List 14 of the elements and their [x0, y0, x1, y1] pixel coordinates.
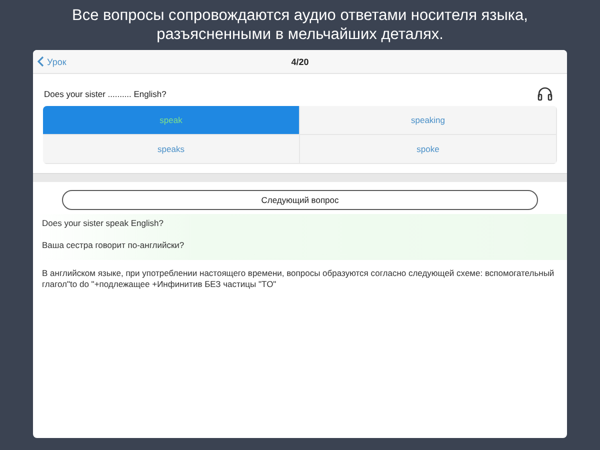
- explanation-text: В английском языке, при употреблении настоящего времени, вопросы образуются согласно следующей схеме: вспомогательный глагол"to do "+подлежащее +Инфинитив БЕЗ частицы "TO": [41, 267, 556, 291]
- answer-option[interactable]: speaking: [300, 106, 557, 135]
- answer-option[interactable]: speaks: [43, 135, 300, 164]
- answer-sentence: Does your sister speak English?: [42, 218, 164, 228]
- headphones-icon[interactable]: [537, 86, 553, 101]
- progress-counter: 4/20: [291, 56, 309, 66]
- answer-option[interactable]: speak: [43, 106, 300, 135]
- question-text: Does your sister .......... English?: [44, 88, 166, 98]
- answer-option[interactable]: spoke: [300, 135, 557, 164]
- translation-text: Ваша сестра говорит по-английски?: [42, 240, 186, 250]
- next-question-button[interactable]: Следующий вопрос: [62, 190, 538, 210]
- back-link[interactable]: Урок: [37, 56, 66, 67]
- headline: Все вопросы сопровождаются аудио ответами носителя языка, разъясненными в мельчайших деталях.: [71, 6, 529, 44]
- chevron-left-icon: [37, 56, 44, 67]
